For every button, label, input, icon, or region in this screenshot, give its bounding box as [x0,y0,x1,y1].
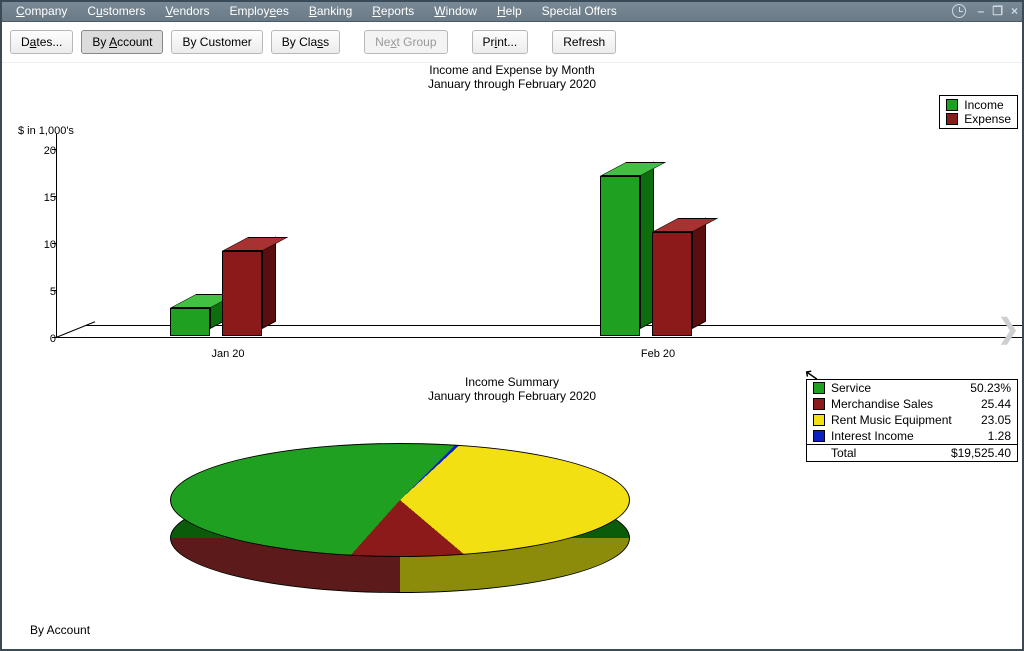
menu-banking[interactable]: Banking [299,2,362,20]
menu-bar: Company Customers Vendors Employees Bank… [0,0,1024,22]
pie-top [170,443,630,557]
y-tick-20: 20 [28,145,56,157]
window-close-button[interactable]: × [1011,4,1018,18]
pie-label-interest: Interest Income [831,429,982,443]
x-tick-jan: Jan 20 [188,348,268,360]
pie-value-merch: 25.44 [981,397,1011,411]
window-minimize-button[interactable]: – [978,4,985,18]
legend-label-expense: Expense [964,112,1011,126]
pie-label-rent: Rent Music Equipment [831,413,975,427]
pie-legend: Service 50.23% Merchandise Sales 25.44 Ren… [806,379,1018,462]
menu-customers[interactable]: Customers [77,2,155,20]
y-tick-10: 10 [28,239,56,251]
y-tick-5: 5 [28,286,56,298]
pie-label-merch: Merchandise Sales [831,397,975,411]
menu-special-offers[interactable]: Special Offers [532,2,627,20]
y-axis-label: $ in 1,000's [18,125,74,137]
print-button[interactable]: Print... [472,30,529,54]
bar-chart-subtitle: January through February 2020 [0,77,1024,91]
pie-chart: Income Summary January through February … [0,375,1024,635]
menu-vendors[interactable]: Vendors [155,2,219,20]
by-customer-button[interactable]: By Customer [171,30,262,54]
pie-value-rent: 23.05 [981,413,1011,427]
pie-swatch-interest [813,430,825,442]
refresh-button[interactable]: Refresh [552,30,616,54]
pie-label-service: Service [831,381,964,395]
bar-chart: Income Expense $ in 1,000's 0 5 10 15 20 [0,95,1024,375]
menu-company[interactable]: Company [6,2,77,20]
next-page-arrow-icon[interactable]: ❯ [997,312,1020,345]
view-mode-label: By Account [30,623,90,637]
menu-window[interactable]: Window [424,2,487,20]
y-tick-15: 15 [28,192,56,204]
report-toolbar: Dates... By Account By Customer By Class… [0,22,1024,63]
legend-swatch-expense [946,113,958,125]
legend-swatch-income [946,99,958,111]
pie-value-interest: 1.28 [988,429,1011,443]
bar-chart-title: Income and Expense by Month [0,63,1024,77]
menu-help[interactable]: Help [487,2,532,20]
menu-employees[interactable]: Employees [219,2,298,20]
pie-value-service: 50.23% [970,381,1011,395]
legend-label-income: Income [964,98,1003,112]
menu-reports[interactable]: Reports [362,2,424,20]
x-tick-feb: Feb 20 [618,348,698,360]
pie-swatch-merch [813,398,825,410]
by-account-button[interactable]: By Account [81,30,163,54]
pie-total-label: Total [831,446,945,460]
pie-3d [170,425,630,625]
pie-swatch-rent [813,414,825,426]
dates-button[interactable]: Dates... [10,30,73,54]
next-group-button: Next Group [364,30,447,54]
bar-chart-legend: Income Expense [939,95,1018,129]
window-restore-button[interactable]: ❐ [992,4,1003,18]
by-class-button[interactable]: By Class [271,30,340,54]
reminder-clock-icon[interactable] [952,4,966,18]
pie-total-value: $19,525.40 [951,446,1011,460]
y-tick-0: 0 [28,333,56,345]
